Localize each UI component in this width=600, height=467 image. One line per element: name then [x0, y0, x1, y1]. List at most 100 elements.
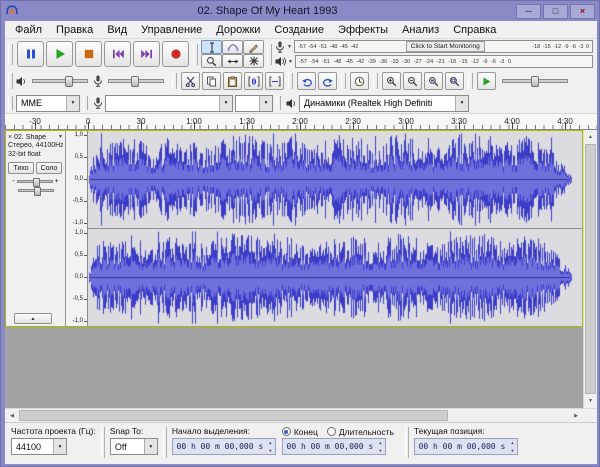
play-speed-slider[interactable]: [502, 76, 568, 87]
minimize-button[interactable]: ─: [516, 3, 541, 19]
maximize-button[interactable]: □: [543, 3, 568, 19]
track-control-panel[interactable]: × 02. Shape ▼ Стерео, 44100Hz 32-bit flo…: [6, 131, 66, 326]
recording-device-combo[interactable]: ▼: [105, 94, 233, 112]
combo-dropdown-icon[interactable]: ▼: [455, 95, 468, 111]
play-at-speed-button[interactable]: [477, 72, 496, 90]
recording-meter-scale[interactable]: -57 -54 -51 -48 -45 -42 Click to Start M…: [293, 40, 593, 53]
slider-thumb[interactable]: [33, 187, 41, 196]
zoom-in-button[interactable]: [382, 72, 401, 90]
end-radio-label[interactable]: Конец: [294, 427, 318, 437]
spin-down-icon[interactable]: ▼: [269, 448, 271, 453]
scroll-up-icon[interactable]: ▲: [584, 130, 597, 144]
timeline-ruler[interactable]: -30 0 30 1:00 1:30 2:00 2:30 3:00 3:30 4…: [5, 114, 597, 130]
pause-button[interactable]: [17, 41, 44, 67]
stop-button[interactable]: [75, 41, 102, 67]
sync-lock-tracks-button[interactable]: [350, 72, 369, 90]
toolbar-grip[interactable]: [267, 43, 272, 65]
recording-channels-combo[interactable]: ▼: [235, 94, 273, 112]
multi-tool-button[interactable]: [243, 54, 264, 68]
spin-down-icon[interactable]: ▼: [511, 448, 513, 453]
scroll-left-icon[interactable]: ◀: [5, 409, 19, 422]
slider-thumb[interactable]: [32, 178, 40, 187]
horizontal-scrollbar[interactable]: ◀ ▶: [5, 408, 597, 422]
gain-slider[interactable]: [16, 178, 53, 187]
meter-dropdown-icon[interactable]: ▼: [288, 59, 293, 65]
selection-tool-button[interactable]: [201, 40, 222, 54]
cut-button[interactable]: [181, 72, 200, 90]
toolbar-grip[interactable]: [276, 96, 281, 110]
track-name[interactable]: 02. Shape: [14, 134, 56, 141]
play-button[interactable]: [46, 41, 73, 67]
redo-button[interactable]: [318, 72, 337, 90]
zoom-tool-button[interactable]: [201, 54, 222, 68]
silence-audio-button[interactable]: [265, 72, 284, 90]
skip-to-start-button[interactable]: [104, 41, 131, 67]
horizontal-scroll-track[interactable]: [19, 409, 569, 422]
undo-button[interactable]: [297, 72, 316, 90]
spin-up-icon[interactable]: ▲: [269, 440, 271, 445]
menu-generate[interactable]: Создание: [267, 23, 331, 37]
zoom-out-button[interactable]: [403, 72, 422, 90]
slider-thumb[interactable]: [531, 76, 539, 87]
current-position-time[interactable]: 00 h 00 m 00,000 s ▲ ▼: [413, 438, 518, 455]
menu-analyze[interactable]: Анализ: [395, 23, 446, 37]
project-rate-combo[interactable]: 44100 ▼: [11, 438, 67, 455]
toolbar-grip[interactable]: [288, 72, 293, 90]
menu-view[interactable]: Вид: [100, 23, 134, 37]
envelope-tool-button[interactable]: [222, 40, 243, 54]
selection-start-time[interactable]: 00 h 00 m 00,000 s ▲ ▼: [171, 438, 276, 455]
menu-tracks[interactable]: Дорожки: [209, 23, 267, 37]
toolbar-grip[interactable]: [8, 72, 13, 90]
track-area[interactable]: × 02. Shape ▼ Стерео, 44100Hz 32-bit flo…: [5, 130, 597, 408]
spin-down-icon[interactable]: ▼: [379, 448, 381, 453]
close-button[interactable]: ×: [570, 3, 595, 19]
paste-button[interactable]: [223, 72, 242, 90]
track-menu-dropdown-icon[interactable]: ▼: [58, 134, 63, 140]
vertical-scroll-thumb[interactable]: [585, 144, 596, 394]
record-button[interactable]: [162, 41, 189, 67]
menu-file[interactable]: Файл: [8, 23, 49, 37]
toolbar-grip[interactable]: [373, 72, 378, 90]
menu-transport[interactable]: Управление: [134, 23, 209, 37]
vertical-ruler[interactable]: 1,0 0,5 0,0 -0,5 -1,0 1,0 0,5 0,0 -0,5 -…: [66, 131, 88, 326]
waveform-display[interactable]: [88, 131, 582, 326]
toolbar-grip[interactable]: [172, 72, 177, 90]
recording-volume-slider[interactable]: [108, 76, 164, 87]
menu-edit[interactable]: Правка: [49, 23, 100, 37]
mute-button[interactable]: Тихо: [8, 162, 34, 174]
start-monitoring-button[interactable]: Click to Start Monitoring: [405, 41, 485, 52]
end-radio[interactable]: [281, 427, 291, 436]
horizontal-scroll-thumb[interactable]: [19, 410, 448, 421]
copy-button[interactable]: [202, 72, 221, 90]
playback-device-combo[interactable]: Динамики (Realtek High Definiti ▼: [299, 94, 469, 112]
menu-help[interactable]: Справка: [446, 23, 503, 37]
track-close-icon[interactable]: ×: [8, 134, 12, 141]
vertical-scrollbar[interactable]: ▲ ▼: [583, 130, 597, 408]
toolbar-grip[interactable]: [8, 43, 13, 65]
playback-meter-scale[interactable]: -57 -54 -51 -48 -45 -42 -39 -36 -33 -30 …: [294, 55, 593, 68]
slider-thumb[interactable]: [65, 76, 73, 87]
draw-tool-button[interactable]: [243, 40, 264, 54]
combo-dropdown-icon[interactable]: ▼: [219, 95, 232, 111]
playback-volume-slider[interactable]: [32, 76, 88, 87]
pan-slider[interactable]: [17, 187, 54, 196]
menu-effects[interactable]: Эффекты: [331, 23, 395, 37]
toolbar-grip[interactable]: [468, 72, 473, 90]
snap-to-combo[interactable]: Off ▼: [109, 438, 158, 455]
scroll-right-icon[interactable]: ▶: [569, 409, 583, 422]
waveform-channel-right[interactable]: [88, 229, 582, 326]
title-bar[interactable]: 02. Shape Of My Heart 1993 ─ □ ×: [1, 1, 599, 21]
fit-selection-button[interactable]: [424, 72, 443, 90]
time-shift-tool-button[interactable]: [222, 54, 243, 68]
scroll-down-icon[interactable]: ▼: [584, 394, 597, 408]
audio-host-combo[interactable]: MME ▼: [16, 94, 80, 112]
spin-up-icon[interactable]: ▲: [511, 440, 513, 445]
waveform-channel-left[interactable]: [88, 131, 582, 228]
length-radio[interactable]: [326, 427, 336, 436]
solo-button[interactable]: Соло: [36, 162, 62, 174]
meter-dropdown-icon[interactable]: ▼: [287, 44, 292, 50]
combo-dropdown-icon[interactable]: ▼: [259, 95, 272, 111]
combo-dropdown-icon[interactable]: ▼: [66, 95, 79, 111]
toolbar-grip[interactable]: [193, 43, 198, 65]
trim-audio-button[interactable]: [244, 72, 263, 90]
